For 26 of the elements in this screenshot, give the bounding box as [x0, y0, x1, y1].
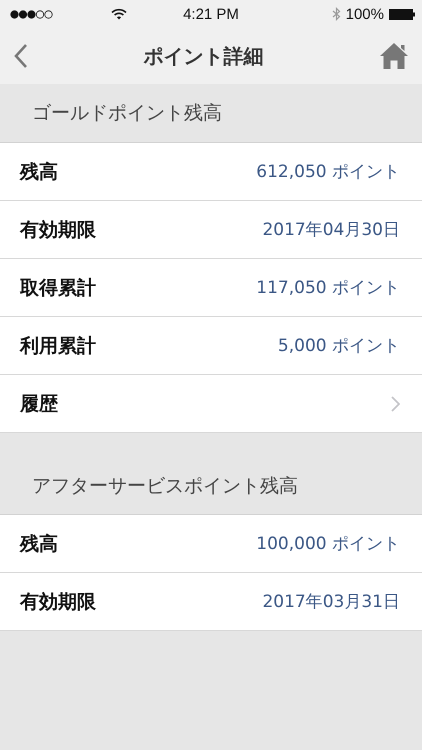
signal-icon — [10, 10, 54, 18]
row-value: 612,050 ポイント — [256, 161, 400, 183]
row-label: 残高 — [20, 532, 58, 556]
wifi-icon — [111, 8, 127, 20]
section-header: ゴールドポイント残高 — [32, 101, 222, 126]
section-header: アフターサービスポイント残高 — [32, 474, 298, 498]
status-time: 4:21 PM — [182, 6, 240, 22]
row-label: 有効期限 — [20, 218, 96, 242]
row-label: 残高 — [20, 160, 58, 184]
row-value: 117,050 ポイント — [256, 277, 400, 299]
row-value: 2017年03月31日 — [262, 591, 400, 613]
chevron-icon — [391, 396, 400, 412]
row-value: 5,000 ポイント — [278, 335, 400, 357]
battery-percent: 100% — [346, 6, 384, 22]
row-label: 有効期限 — [20, 590, 96, 614]
home-icon[interactable] — [379, 42, 409, 70]
row-label: 履歴 — [20, 392, 58, 416]
row-value: 2017年04月30日 — [262, 219, 400, 241]
bluetooth-icon — [332, 7, 341, 21]
battery-icon — [389, 8, 416, 20]
back-button[interactable] — [14, 43, 28, 69]
row-label: 利用累計 — [20, 334, 96, 358]
row-value: 100,000 ポイント — [256, 533, 400, 555]
nav-title: ポイント詳細 — [144, 42, 264, 70]
row-label: 取得累計 — [20, 276, 96, 300]
history-row[interactable]: 履歴 — [0, 375, 422, 433]
